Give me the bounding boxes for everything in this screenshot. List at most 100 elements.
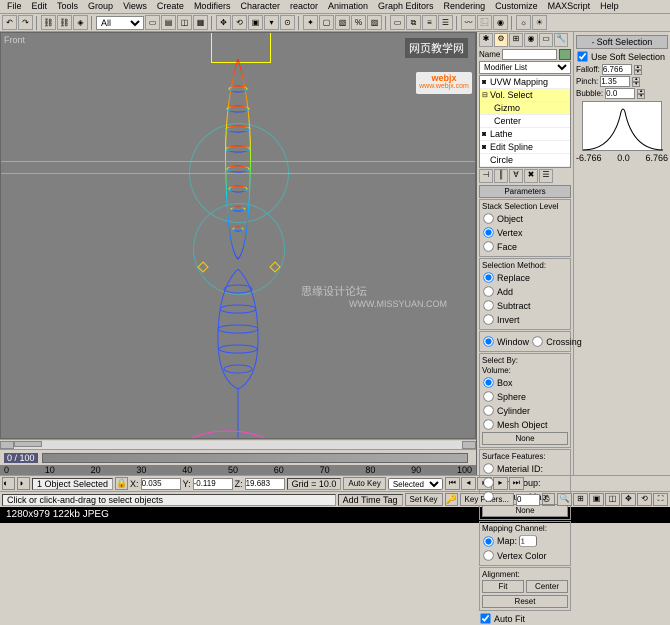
remove-mod-icon[interactable]: ✖: [524, 169, 538, 183]
sm-replace-radio[interactable]: [483, 272, 493, 282]
prev-frame-icon[interactable]: ◂: [461, 477, 476, 490]
modifier-list-dropdown[interactable]: Modifier List: [479, 61, 571, 74]
pinch-field[interactable]: [600, 76, 630, 87]
refcoord-icon[interactable]: ▾: [264, 15, 279, 30]
prompt-icon[interactable]: ◑: [17, 477, 30, 490]
stack-editspline[interactable]: ◙Edit Spline: [480, 141, 570, 154]
hscroll-left[interactable]: [0, 441, 14, 449]
sf-matid-radio[interactable]: [483, 463, 493, 473]
soft-selection-rollout[interactable]: - Soft Selection: [576, 35, 668, 49]
menu-grapheditors[interactable]: Graph Editors: [373, 1, 439, 12]
show-end-icon[interactable]: ║: [494, 169, 508, 183]
pinch-spinner[interactable]: ▴▾: [632, 77, 640, 87]
st-window-radio[interactable]: [483, 336, 493, 346]
falloff-spinner[interactable]: ▴▾: [634, 65, 642, 75]
menu-create[interactable]: Create: [152, 1, 189, 12]
parameters-rollout[interactable]: Parameters: [479, 185, 571, 198]
modify-tab-icon[interactable]: ⚙: [494, 33, 508, 47]
time-config-icon[interactable]: ⏱: [542, 493, 555, 506]
stack-center[interactable]: Center: [480, 115, 570, 128]
menu-group[interactable]: Group: [83, 1, 118, 12]
layers-icon[interactable]: ☰: [438, 15, 453, 30]
menu-help[interactable]: Help: [595, 1, 624, 12]
sf-texmap-radio[interactable]: [483, 491, 493, 501]
menu-maxscript[interactable]: MAXScript: [543, 1, 596, 12]
sb-mesh-radio[interactable]: [483, 419, 493, 429]
reset-button[interactable]: Reset: [482, 595, 568, 608]
sf-smgroup-radio[interactable]: [483, 477, 493, 487]
unlink-icon[interactable]: ⛓: [57, 15, 72, 30]
pan-icon[interactable]: ✥: [621, 493, 636, 506]
setkey-button[interactable]: Set Key: [405, 493, 443, 506]
rotate-icon[interactable]: ⟲: [232, 15, 247, 30]
pin-stack-icon[interactable]: ⊣: [479, 169, 493, 183]
color-swatch[interactable]: [559, 49, 571, 60]
selection-filter-dropdown[interactable]: All: [96, 16, 144, 30]
schematic-icon[interactable]: ⿺: [477, 15, 492, 30]
stack-lathe[interactable]: ◙Lathe: [480, 128, 570, 141]
bind-icon[interactable]: ◈: [73, 15, 88, 30]
menu-tools[interactable]: Tools: [52, 1, 83, 12]
ssl-face-radio[interactable]: [483, 241, 493, 251]
menu-animation[interactable]: Animation: [323, 1, 373, 12]
asnap-icon[interactable]: ▧: [335, 15, 350, 30]
coord-x[interactable]: [141, 478, 181, 490]
menu-reactor[interactable]: reactor: [285, 1, 323, 12]
mirror-icon[interactable]: ⧉: [406, 15, 421, 30]
align-icon[interactable]: ≡: [422, 15, 437, 30]
st-crossing-radio[interactable]: [533, 336, 543, 346]
psnap-icon[interactable]: %: [351, 15, 366, 30]
manip-icon[interactable]: ✦: [303, 15, 318, 30]
sm-subtract-radio[interactable]: [483, 300, 493, 310]
stack-gizmo[interactable]: Gizmo: [480, 102, 570, 115]
redo-icon[interactable]: ↷: [18, 15, 33, 30]
bubble-field[interactable]: [605, 88, 635, 99]
fit-button[interactable]: Fit: [482, 580, 524, 593]
lock-icon[interactable]: 🔒: [115, 477, 128, 490]
stack-uvw[interactable]: ◙UVW Mapping: [480, 76, 570, 89]
stack-volselect[interactable]: ⊟Vol. Select: [480, 89, 570, 102]
menu-customize[interactable]: Customize: [490, 1, 543, 12]
goto-end-icon[interactable]: ⏭: [509, 477, 524, 490]
stack-circle[interactable]: Circle: [480, 154, 570, 167]
render-scene-icon[interactable]: ☼: [516, 15, 531, 30]
motion-tab-icon[interactable]: ◉: [524, 33, 538, 47]
utility-tab-icon[interactable]: 🔧: [554, 33, 568, 47]
move-icon[interactable]: ✥: [216, 15, 231, 30]
zoom-ext-icon[interactable]: ▣: [589, 493, 604, 506]
center-button[interactable]: Center: [526, 580, 568, 593]
select-name-icon[interactable]: ▤: [161, 15, 176, 30]
menu-modifiers[interactable]: Modifiers: [189, 1, 236, 12]
scale-icon[interactable]: ▣: [248, 15, 263, 30]
menu-views[interactable]: Views: [118, 1, 152, 12]
hscroll-right[interactable]: [462, 441, 476, 449]
sm-add-radio[interactable]: [483, 286, 493, 296]
hierarchy-tab-icon[interactable]: ⊞: [509, 33, 523, 47]
zoom-icon[interactable]: 🔍: [557, 493, 572, 506]
curve-editor-icon[interactable]: 〰: [461, 15, 476, 30]
unique-icon[interactable]: ∀: [509, 169, 523, 183]
keymode-dropdown[interactable]: Selected: [388, 478, 443, 490]
material-icon[interactable]: ◉: [493, 15, 508, 30]
fov-icon[interactable]: ◫: [605, 493, 620, 506]
select-icon[interactable]: ▭: [145, 15, 160, 30]
center-icon[interactable]: ⊙: [280, 15, 295, 30]
bubble-spinner[interactable]: ▴▾: [637, 89, 645, 99]
undo-icon[interactable]: ↶: [2, 15, 17, 30]
mc-map-radio[interactable]: [483, 536, 493, 546]
object-name-field[interactable]: [502, 49, 557, 60]
hscroll-track[interactable]: [14, 441, 462, 449]
sb-cylinder-radio[interactable]: [483, 405, 493, 415]
autokey-button[interactable]: Auto Key: [343, 477, 385, 490]
configure-icon[interactable]: ☰: [539, 169, 553, 183]
coord-z[interactable]: [245, 478, 285, 490]
mc-vc-radio[interactable]: [483, 550, 493, 560]
modifier-stack[interactable]: ◙UVW Mapping ⊟Vol. Select Gizmo Center ◙…: [479, 75, 571, 168]
arc-rotate-icon[interactable]: ⟲: [637, 493, 652, 506]
display-tab-icon[interactable]: ▭: [539, 33, 553, 47]
window-crossing-icon[interactable]: ▦: [193, 15, 208, 30]
use-soft-sel-checkbox[interactable]: [577, 51, 587, 61]
timeline[interactable]: 0 / 100: [0, 449, 476, 465]
sb-sphere-radio[interactable]: [483, 391, 493, 401]
select-region-icon[interactable]: ◫: [177, 15, 192, 30]
